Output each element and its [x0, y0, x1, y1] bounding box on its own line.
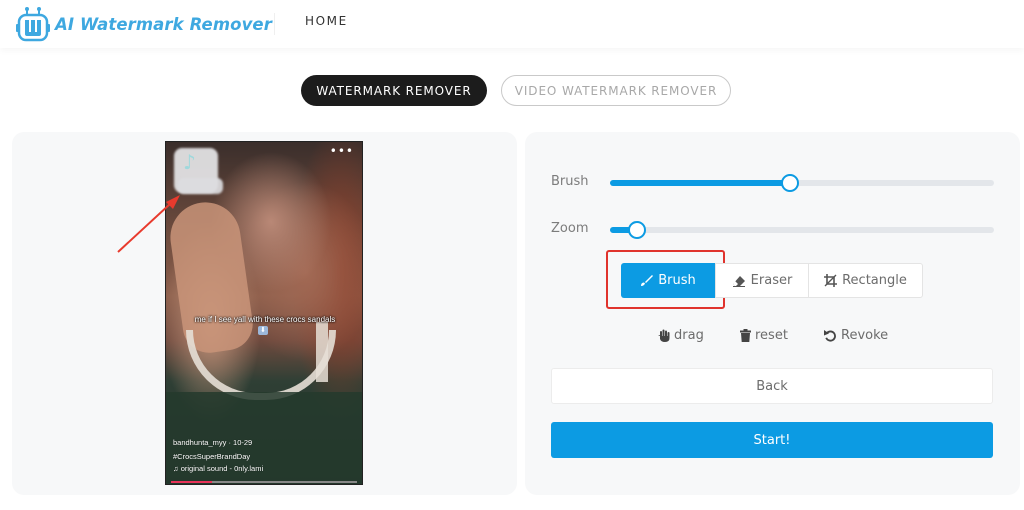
- rectangle-tool-button[interactable]: Rectangle: [808, 263, 923, 298]
- red-arrow-annotation-icon: [117, 195, 180, 253]
- brush-size-fill: [610, 180, 791, 186]
- music-note-icon: ♫: [173, 464, 179, 473]
- rectangle-tool-label: Rectangle: [842, 273, 907, 288]
- hand-icon: [658, 329, 670, 342]
- video-caption: me if I see yall with these crocs sandal…: [194, 315, 336, 324]
- brush-tool-label: Brush: [658, 273, 696, 288]
- image-canvas[interactable]: ♪ ••• me if I see yall with these crocs …: [165, 141, 363, 485]
- start-button[interactable]: Start!: [551, 422, 993, 458]
- brush-size-slider[interactable]: [610, 174, 994, 192]
- reset-label: reset: [755, 327, 788, 343]
- nav-home-link[interactable]: HOME: [305, 14, 348, 28]
- back-button[interactable]: Back: [551, 368, 993, 404]
- site-header: AI Watermark Remover HOME: [0, 0, 1024, 48]
- eraser-tool-button[interactable]: Eraser: [715, 263, 808, 298]
- eraser-tool-label: Eraser: [750, 273, 793, 288]
- logo[interactable]: AI Watermark Remover: [16, 6, 272, 42]
- reset-button[interactable]: reset: [740, 326, 788, 344]
- nav-divider: [274, 13, 275, 35]
- video-sound: ♫ original sound - 0nly.lami: [173, 464, 263, 473]
- zoom-thumb[interactable]: [627, 221, 646, 239]
- trash-icon: [740, 328, 751, 342]
- video-progress-fill: [171, 481, 212, 483]
- eraser-icon: [732, 275, 746, 287]
- brush-tool-button[interactable]: Brush: [621, 263, 715, 298]
- video-progress-bar: [171, 481, 357, 483]
- robot-w-icon: [16, 6, 50, 42]
- drag-button[interactable]: drag: [658, 326, 704, 344]
- video-hashtag: #CrocsSuperBrandDay: [173, 452, 251, 461]
- revoke-label: Revoke: [841, 327, 889, 343]
- zoom-label: Zoom: [551, 221, 589, 236]
- video-sound-label: original sound - 0nly.lami: [180, 464, 264, 473]
- photo-neckline: [186, 330, 336, 400]
- tab-watermark-remover[interactable]: WATERMARK REMOVER: [301, 75, 487, 106]
- video-username: bandhunta_myy · 10-29: [173, 438, 253, 447]
- undo-icon: [824, 329, 837, 342]
- tiktok-watermark-icon: ♪: [183, 150, 196, 174]
- revoke-button[interactable]: Revoke: [824, 326, 888, 344]
- down-arrow-emoji-icon: ⬇: [258, 326, 268, 335]
- zoom-slider[interactable]: [610, 221, 994, 239]
- photo-strap: [316, 322, 328, 382]
- brush-icon: [640, 274, 654, 287]
- crop-icon: [824, 274, 838, 287]
- brush-size-label: Brush: [551, 174, 589, 189]
- more-icon: •••: [329, 144, 354, 158]
- logo-text: AI Watermark Remover: [55, 14, 272, 34]
- tab-video-watermark-remover[interactable]: VIDEO WATERMARK REMOVER: [501, 75, 731, 106]
- drag-label: drag: [674, 327, 704, 343]
